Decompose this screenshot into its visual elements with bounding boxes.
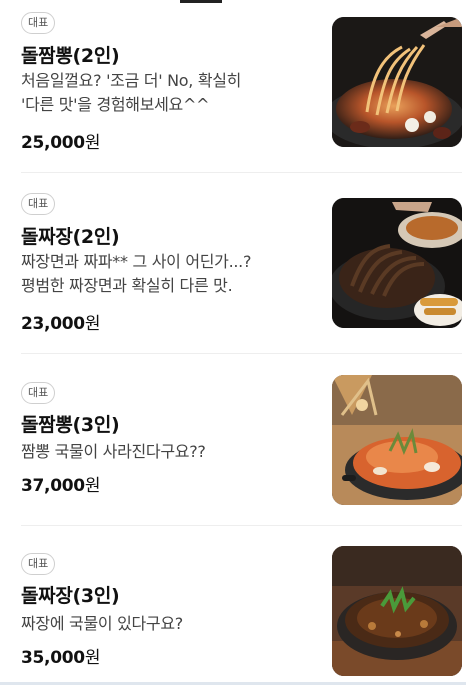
item-divider [21,353,462,354]
menu-item-price: 35,000원 [21,643,100,668]
menu-item-dol-jjamppong-2[interactable]: 대표 돌짬뽕(2인) 처음일껄요? '조금 더' No, 확실히 '다른 맛'을… [0,0,466,160]
price-currency: 원 [84,314,101,334]
menu-item-description-line: 짜장에 국물이 있다구요? [21,614,183,633]
menu-item-price: 23,000원 [21,309,100,334]
menu-item-name: 돌짬뽕(2인) [21,45,120,67]
menu-item-description-line: 평범한 짜장면과 확실히 다른 맛. [21,276,233,295]
food-photo-image [332,546,462,676]
price-currency: 원 [84,133,101,153]
jjamppong-noodles-photo[interactable] [332,17,462,147]
food-photo-image [332,375,462,505]
price-value: 35,000 [21,648,85,668]
menu-item-dol-jjajang-3[interactable]: 대표 돌짜장(3인) 짜장에 국물이 있다구요? 35,000원 [0,534,466,694]
jjajang-noodles-photo[interactable] [332,198,462,328]
menu-item-dol-jjajang-2[interactable]: 대표 돌짜장(2인) 짜장면과 짜파** 그 사이 어딘가...? 평범한 짜장… [0,181,466,341]
item-divider [21,525,462,526]
menu-item-name: 돌짜장(3인) [21,585,120,607]
signature-badge: 대표 [21,193,56,215]
signature-badge: 대표 [21,382,56,404]
price-value: 37,000 [21,476,85,496]
menu-item-description: 짬뽕 국물이 사라진다구요?? [21,440,321,464]
price-value: 25,000 [21,133,85,153]
price-currency: 원 [84,476,101,496]
menu-item-description-line: 처음일껄요? '조금 더' No, 확실히 [21,71,242,90]
menu-item-name: 돌짜장(2인) [21,226,120,248]
menu-item-description: 짜장에 국물이 있다구요? [21,612,321,636]
menu-item-description-line: 짜장면과 짜파** 그 사이 어딘가...? [21,252,252,271]
price-currency: 원 [84,648,101,668]
food-photo-image [332,198,462,328]
menu-item-description-line: 짬뽕 국물이 사라진다구요?? [21,442,206,461]
price-value: 23,000 [21,314,85,334]
food-photo-image [332,17,462,147]
menu-item-description: 처음일껄요? '조금 더' No, 확실히 '다른 맛'을 경험해보세요^^ [21,69,321,117]
signature-badge: 대표 [21,553,56,575]
menu-item-price: 25,000원 [21,128,100,153]
signature-badge: 대표 [21,12,56,34]
menu-item-dol-jjamppong-3[interactable]: 대표 돌짬뽕(3인) 짬뽕 국물이 사라진다구요?? 37,000원 [0,363,466,523]
menu-item-price: 37,000원 [21,471,100,496]
menu-item-description: 짜장면과 짜파** 그 사이 어딘가...? 평범한 짜장면과 확실히 다른 맛… [21,250,321,298]
menu-item-description-line: '다른 맛'을 경험해보세요^^ [21,95,210,114]
jjajang-stone-pot-photo[interactable] [332,546,462,676]
item-divider [21,172,462,173]
menu-item-name: 돌짬뽕(3인) [21,414,120,436]
jjamppong-stone-pot-photo[interactable] [332,375,462,505]
